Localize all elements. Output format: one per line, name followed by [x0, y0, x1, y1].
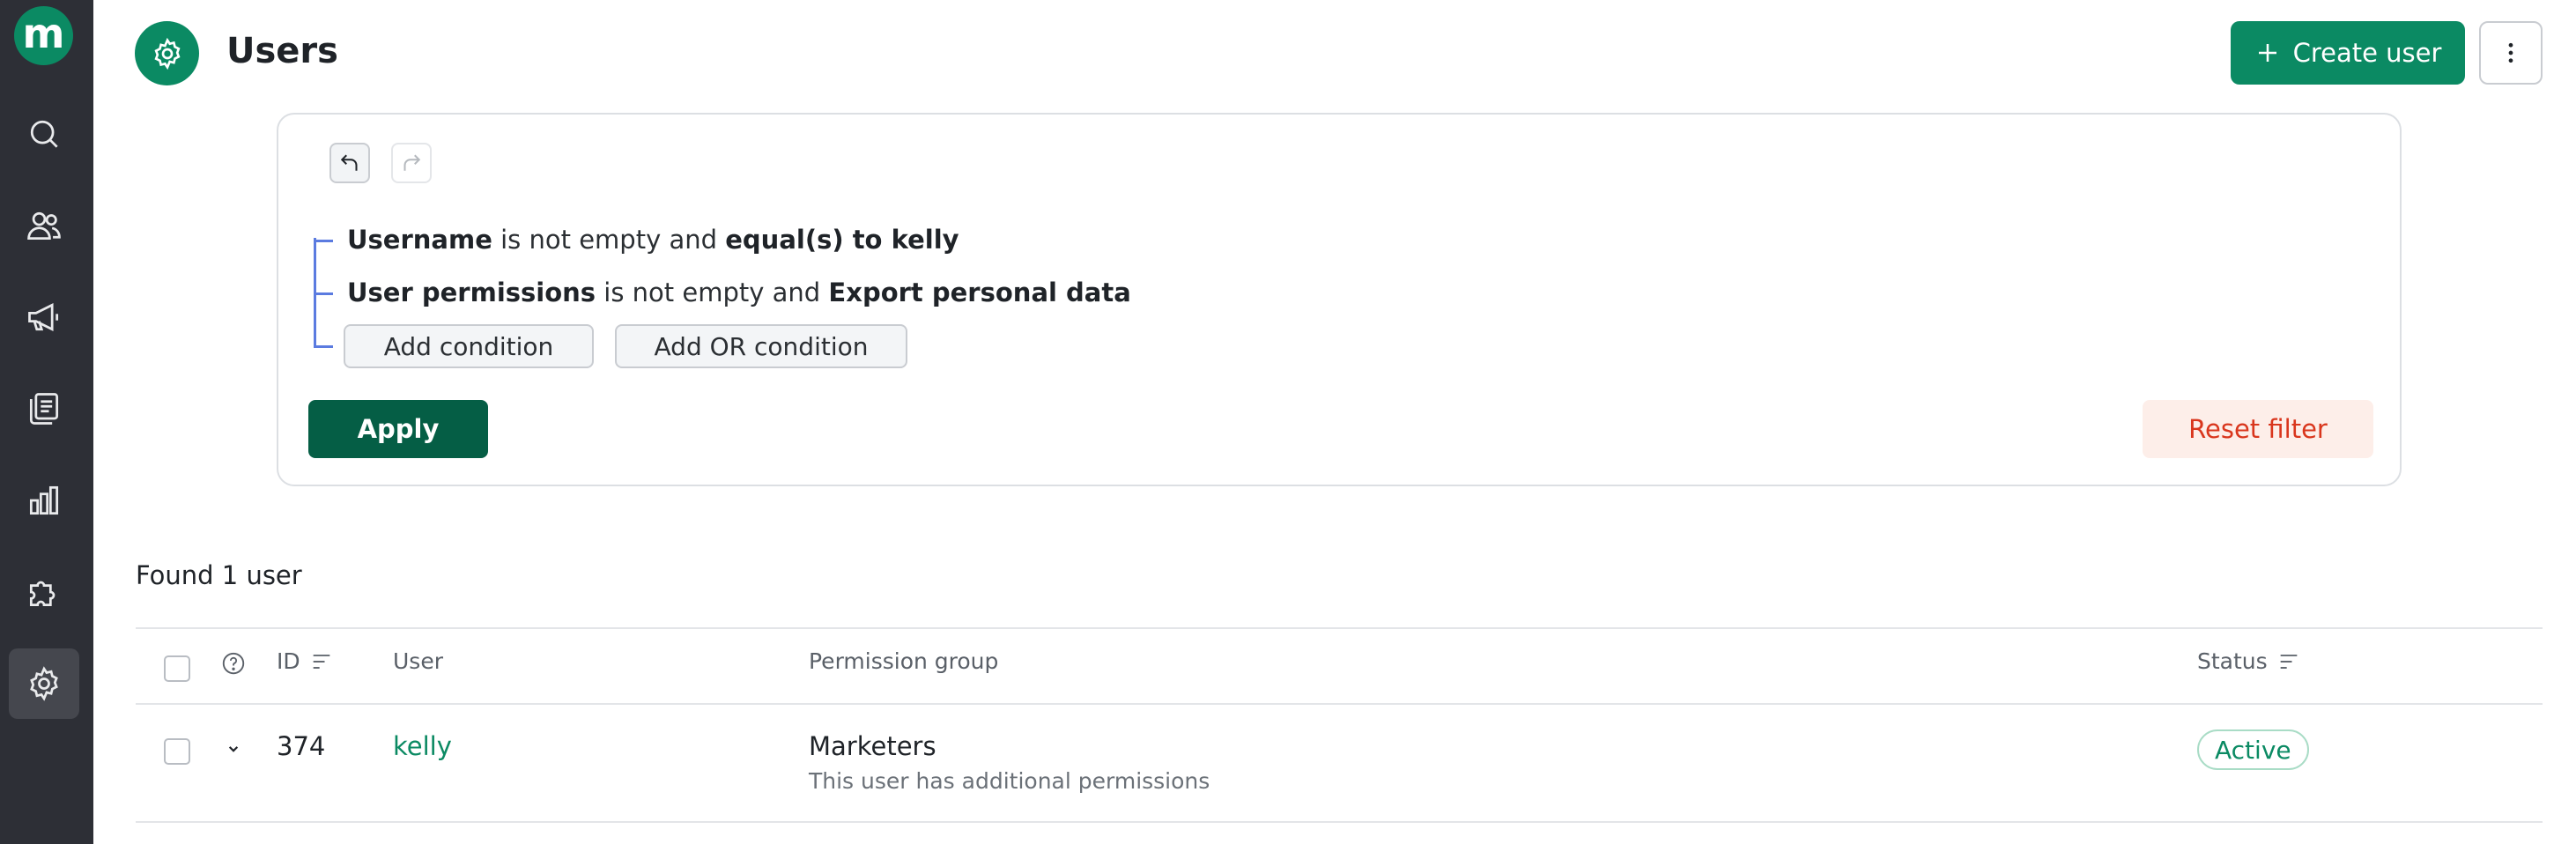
- sidebar-item-reports[interactable]: [9, 465, 79, 536]
- sort-icon: [2280, 654, 2298, 669]
- create-user-button[interactable]: Create user: [2231, 21, 2465, 85]
- search-icon: [30, 120, 58, 148]
- column-header-permission-group: Permission group: [809, 648, 999, 674]
- redo-icon: [403, 154, 421, 171]
- row-id: 374: [277, 731, 326, 761]
- condition-operator: is not empty: [500, 225, 662, 255]
- status-badge: Active: [2197, 729, 2309, 770]
- condition-tree-tick: [314, 345, 333, 348]
- filter-condition[interactable]: Username is not empty and equal(s) to ke…: [347, 222, 959, 257]
- sidebar-item-search[interactable]: [9, 99, 79, 169]
- logo-letter: m: [22, 9, 65, 57]
- column-header-user: User: [393, 648, 443, 674]
- select-all-checkbox[interactable]: [164, 655, 190, 682]
- add-condition-button[interactable]: Add condition: [344, 324, 594, 368]
- app-logo[interactable]: m: [14, 6, 73, 65]
- chevron-down-icon: [228, 746, 239, 752]
- page-title: Users: [226, 31, 338, 71]
- column-header-status-label: Status: [2197, 648, 2268, 674]
- filter-condition[interactable]: User permissions is not empty and Export…: [347, 275, 1131, 310]
- users-icon: [27, 211, 61, 241]
- table-top-divider: [136, 627, 2543, 629]
- sidebar-item-users[interactable]: [9, 190, 79, 261]
- sidebar-item-settings[interactable]: [9, 648, 79, 719]
- undo-icon: [340, 154, 358, 171]
- condition-value: Export personal data: [828, 278, 1131, 307]
- table-header-divider: [136, 703, 2543, 705]
- expand-row-button[interactable]: [222, 737, 245, 766]
- newsletter-icon: [29, 393, 59, 425]
- sort-icon: [313, 654, 329, 669]
- kebab-menu-icon: [2508, 42, 2513, 63]
- gear-icon: [30, 666, 58, 701]
- results-count: Found 1 user: [136, 560, 302, 590]
- create-user-label: Create user: [2292, 38, 2442, 68]
- filter-panel: Username is not empty and equal(s) to ke…: [277, 113, 2402, 486]
- row-permission-group: Marketers: [809, 731, 936, 761]
- condition-joiner: and: [669, 225, 718, 255]
- sidebar-item-extensions[interactable]: [9, 557, 79, 627]
- condition-field: Username: [347, 225, 492, 255]
- condition-field: User permissions: [347, 278, 596, 307]
- help-icon[interactable]: [220, 650, 247, 677]
- more-options-button[interactable]: [2479, 21, 2543, 85]
- column-header-id[interactable]: ID: [277, 648, 334, 674]
- column-header-status[interactable]: Status: [2197, 648, 2301, 674]
- add-or-condition-button[interactable]: Add OR condition: [615, 324, 907, 368]
- settings-header-icon: [135, 21, 199, 85]
- sidebar: m: [0, 0, 93, 844]
- sidebar-item-campaigns[interactable]: [9, 282, 79, 352]
- undo-button[interactable]: [329, 143, 370, 183]
- condition-operator: is not empty: [603, 278, 765, 307]
- condition-tree-tick: [314, 292, 333, 295]
- table-row-divider: [136, 821, 2543, 823]
- redo-button[interactable]: [391, 143, 432, 183]
- megaphone-icon: [28, 303, 59, 331]
- row-checkbox[interactable]: [164, 738, 190, 765]
- column-header-id-label: ID: [277, 648, 300, 674]
- condition-value: equal(s) to kelly: [725, 225, 959, 255]
- row-user-link[interactable]: kelly: [393, 731, 452, 761]
- gear-icon: [154, 37, 180, 70]
- chart-icon: [29, 485, 59, 515]
- sidebar-item-newsletters[interactable]: [9, 374, 79, 444]
- help-icon-cell: [220, 650, 247, 677]
- apply-button[interactable]: Apply: [308, 400, 488, 458]
- condition-joiner: and: [772, 278, 821, 307]
- puzzle-icon: [29, 581, 56, 607]
- condition-tree-tick: [314, 240, 333, 242]
- plus-icon: [2258, 44, 2276, 62]
- row-permission-note: This user has additional permissions: [809, 768, 1210, 794]
- reset-filter-button[interactable]: Reset filter: [2143, 400, 2373, 458]
